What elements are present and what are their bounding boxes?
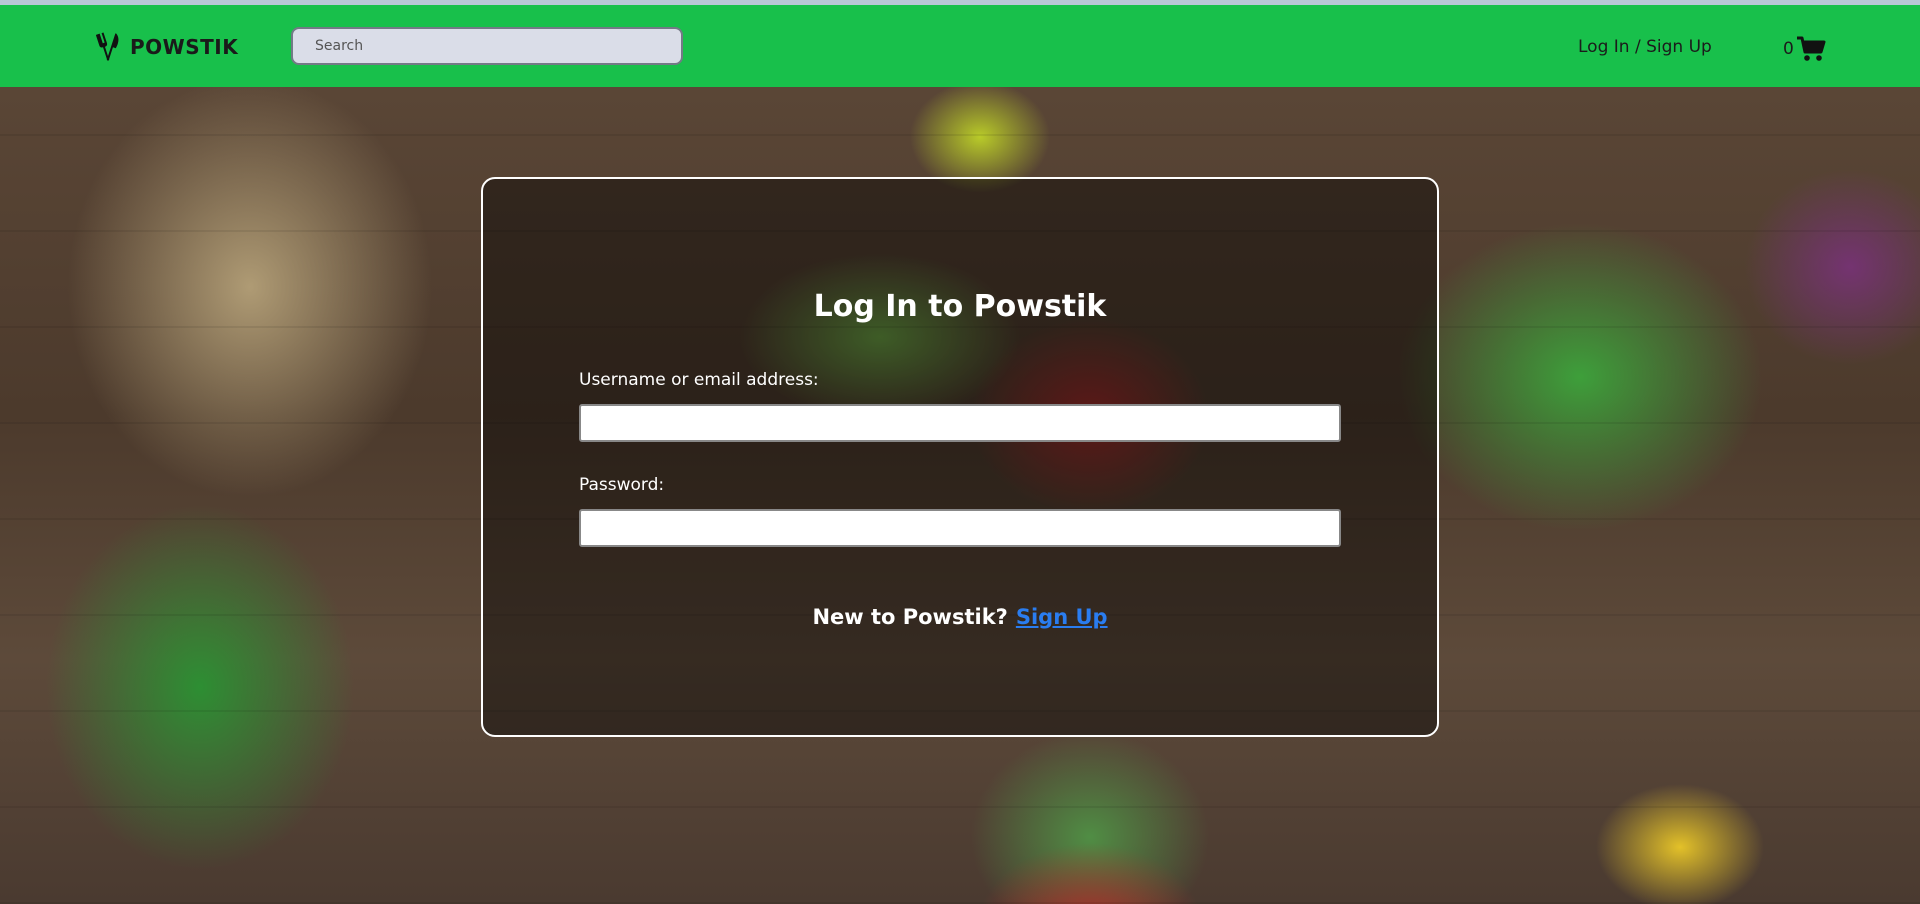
brand-name: POWSTIK [130,35,239,59]
login-signup-link[interactable]: Log In / Sign Up [1578,37,1712,57]
navbar: POWSTIK Log In / Sign Up 0 [0,5,1920,87]
search-input[interactable] [291,27,683,65]
password-field[interactable] [579,509,1341,547]
signup-prompt-text: New to Powstik? [812,605,1008,629]
signup-link[interactable]: Sign Up [1016,605,1108,629]
login-form-card: Log In to Powstik Username or email addr… [481,177,1439,737]
username-field[interactable] [579,404,1341,442]
brand[interactable]: POWSTIK [96,29,238,65]
login-title: Log In to Powstik [813,289,1107,324]
shopping-cart-icon [1796,36,1826,61]
cart-count: 0 [1783,39,1794,59]
fork-knife-icon [96,32,119,61]
password-label: Password: [579,475,665,495]
username-label: Username or email address: [579,370,819,390]
cart-button[interactable]: 0 [1783,35,1826,63]
signup-prompt-row: New to Powstik? Sign Up [483,605,1437,629]
